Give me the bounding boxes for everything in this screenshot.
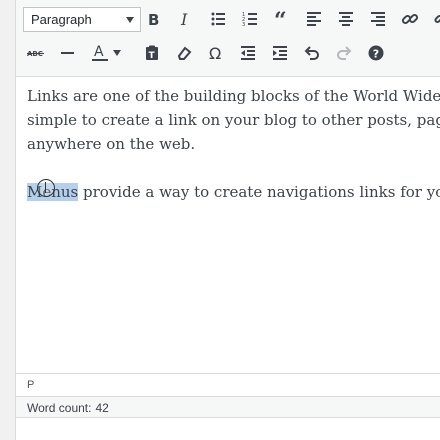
italic-button[interactable]: I (172, 2, 200, 36)
svg-text:Ω: Ω (209, 45, 221, 61)
svg-text:B: B (148, 11, 159, 27)
clear-formatting-button[interactable] (170, 36, 198, 70)
redo-button[interactable] (330, 36, 358, 70)
svg-text:?: ? (373, 48, 379, 61)
special-character-icon: Ω (209, 45, 221, 61)
paste-as-text-icon: T (146, 45, 158, 61)
align-center-icon (339, 12, 353, 26)
text-color-icon: A (92, 44, 108, 61)
svg-text:3: 3 (242, 22, 245, 27)
outdent-button[interactable] (234, 36, 262, 70)
paragraph-text: provide a way to create navigations link… (83, 183, 440, 201)
paragraph-line: Links are one of the building blocks of … (27, 87, 440, 105)
paragraph-line: anywhere on the web. (27, 135, 196, 153)
horizontal-line-icon (61, 52, 74, 54)
italic-icon: I (180, 11, 188, 27)
numbered-list-button[interactable]: 1 2 3 (236, 2, 264, 36)
unlink-button[interactable] (428, 2, 440, 36)
paragraph-line: simple to create a link on your blog to … (27, 111, 440, 129)
horizontal-line-button[interactable] (54, 36, 82, 70)
bold-icon: B (148, 11, 159, 27)
special-character-button[interactable]: Ω (202, 36, 230, 70)
editor-content[interactable]: Links are one of the building blocks of … (16, 77, 440, 373)
help-icon: ? (368, 45, 384, 61)
paste-as-text-button[interactable]: T (138, 36, 166, 70)
bullet-list-button[interactable] (204, 2, 232, 36)
text-cursor-icon (37, 179, 55, 197)
toolbar-row-2: ABC A (16, 36, 440, 70)
svg-text:“: “ (274, 11, 287, 27)
help-button[interactable]: ? (362, 36, 390, 70)
indent-icon (273, 46, 287, 60)
clear-formatting-icon (177, 46, 192, 60)
align-left-icon (307, 12, 321, 26)
strikethrough-button[interactable]: ABC (22, 36, 50, 70)
word-count-label: Word count: (27, 401, 92, 415)
strikethrough-icon: ABC (27, 50, 44, 58)
redo-icon (337, 46, 352, 60)
insert-link-icon (401, 13, 419, 25)
format-select-value: Paragraph (31, 12, 92, 27)
bold-button[interactable]: B (140, 2, 168, 36)
numbered-list-icon: 1 2 3 (242, 12, 257, 27)
blockquote-button[interactable]: “ (268, 2, 296, 36)
outdent-icon (241, 46, 255, 60)
paragraph-links: Links are one of the building blocks of … (27, 84, 440, 156)
undo-button[interactable] (298, 36, 326, 70)
blockquote-icon: “ (274, 11, 287, 27)
svg-text:I: I (180, 11, 188, 27)
undo-icon (304, 46, 319, 60)
indent-button[interactable] (266, 36, 294, 70)
chevron-down-icon (113, 50, 121, 56)
align-center-button[interactable] (332, 2, 360, 36)
svg-text:A: A (94, 44, 104, 60)
unlink-icon (434, 14, 440, 24)
toolbar-row-1: Paragraph B I 1 2 3 “ (16, 2, 440, 36)
format-select[interactable]: Paragraph (23, 7, 141, 32)
insert-link-button[interactable] (396, 2, 424, 36)
editor-frame: Paragraph B I 1 2 3 “ A T Ω ? Links are … (15, 0, 440, 440)
text-color-dropdown[interactable] (110, 36, 124, 70)
svg-text:T: T (149, 51, 156, 61)
align-right-button[interactable] (364, 2, 392, 36)
bullet-list-icon (211, 12, 225, 26)
word-count-value: 42 (95, 401, 109, 415)
chevron-down-icon (126, 17, 134, 23)
align-left-button[interactable] (300, 2, 328, 36)
element-path-bar: P (16, 373, 440, 396)
word-count: Word count: 42 (16, 396, 440, 418)
align-right-icon (371, 12, 385, 26)
paragraph-menus: Menus provide a way to create navigation… (27, 180, 440, 204)
editor-toolbar: Paragraph B I 1 2 3 “ A T Ω ? (16, 0, 440, 77)
element-path[interactable]: P (16, 379, 34, 391)
